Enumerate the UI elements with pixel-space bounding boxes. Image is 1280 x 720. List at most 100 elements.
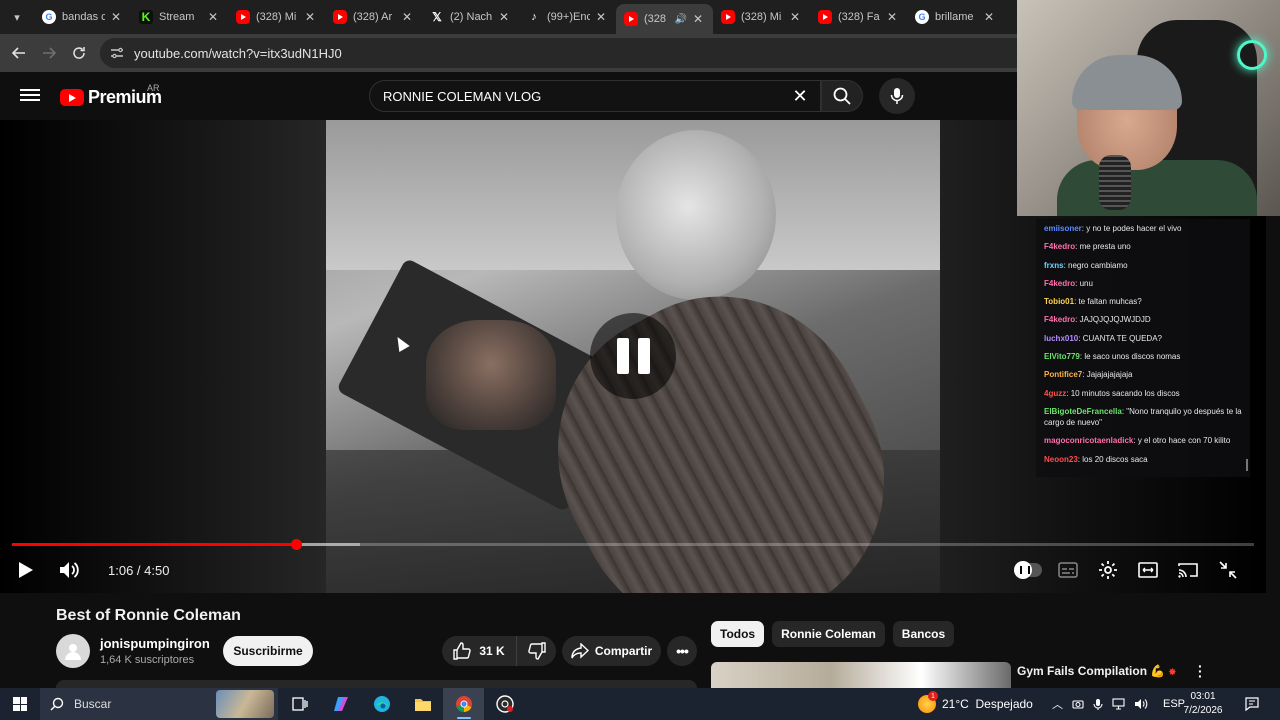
tray-overflow-chevron-icon[interactable]: ︿: [1052, 696, 1063, 712]
chat-scrollbar[interactable]: [1246, 459, 1248, 471]
cast-icon: [1178, 563, 1198, 578]
filter-chip[interactable]: Todos: [711, 621, 765, 647]
recommendation-title[interactable]: Gym Fails Compilation 💪 ✸: [1017, 664, 1176, 678]
audio-playing-icon[interactable]: 🔊: [675, 14, 687, 25]
volume-icon: [60, 562, 79, 578]
chat-text: y no te podes hacer el vivo: [1086, 224, 1182, 233]
stream-chat-overlay: emiisoner: y no te podes hacer el vivo F4…: [1036, 219, 1250, 477]
volume-button[interactable]: [56, 556, 84, 584]
browser-tab[interactable]: 𝕏 (2) Nach ✕: [422, 0, 519, 34]
forward-button[interactable]: [34, 38, 64, 68]
copilot-button[interactable]: [320, 688, 361, 720]
tab-close-icon[interactable]: ✕: [984, 10, 996, 24]
dislike-button[interactable]: [517, 636, 556, 666]
cast-button[interactable]: [1174, 556, 1202, 584]
pause-overlay-icon[interactable]: [590, 313, 676, 399]
device-icon[interactable]: [1112, 698, 1125, 710]
system-clock[interactable]: 03:01 7/2/2026: [1180, 690, 1226, 718]
recommendation-menu-button[interactable]: · · ·: [1198, 659, 1210, 683]
browser-tab[interactable]: Gbrillame ✕: [907, 0, 1004, 34]
chrome-icon: [455, 696, 472, 713]
guide-menu-button[interactable]: [20, 86, 40, 106]
camera-icon[interactable]: [1072, 698, 1084, 710]
chat-message: Tobio01: te faltan muhcas?: [1044, 296, 1244, 307]
x-icon: 𝕏: [432, 10, 442, 24]
search-button[interactable]: [821, 80, 863, 112]
chat-username: Tobio01: [1044, 297, 1075, 307]
browser-tab[interactable]: ♪ (99+)Enc ✕: [519, 0, 616, 34]
browser-tab[interactable]: Gbandas c ✕: [34, 0, 131, 34]
chat-username: Pontifice7: [1044, 370, 1083, 380]
site-info-icon[interactable]: [110, 46, 124, 60]
tab-close-icon[interactable]: ✕: [305, 10, 317, 24]
browser-tab[interactable]: K Stream ✕: [131, 0, 228, 34]
voice-search-button[interactable]: [879, 78, 915, 114]
channel-name[interactable]: jonispumpingiron: [100, 636, 210, 651]
tab-close-icon[interactable]: ✕: [402, 10, 414, 24]
exit-fullscreen-button[interactable]: [1214, 556, 1242, 584]
microphone-tray-icon[interactable]: [1093, 698, 1103, 711]
like-count: 31 K: [479, 644, 505, 658]
file-explorer-button[interactable]: [402, 688, 443, 720]
chat-message: magoconricotaenladick: y el otro hace co…: [1044, 435, 1244, 446]
tab-close-icon[interactable]: ✕: [693, 12, 705, 26]
browser-tab[interactable]: (328) Mi ✕: [228, 0, 325, 34]
obs-button[interactable]: [484, 688, 525, 720]
tab-close-icon[interactable]: ✕: [499, 10, 511, 24]
google-icon: G: [915, 10, 929, 24]
tab-close-icon[interactable]: ✕: [111, 10, 123, 24]
browser-tab[interactable]: (328) Ar ✕: [325, 0, 422, 34]
tab-title: (328) Fa: [838, 11, 880, 23]
search-input[interactable]: RONNIE COLEMAN VLOG ✕: [369, 80, 821, 112]
notifications-icon[interactable]: [1244, 696, 1260, 712]
google-icon: G: [42, 10, 56, 24]
tab-close-icon[interactable]: ✕: [596, 10, 608, 24]
tab-list: Gbandas c ✕ K Stream ✕ (328) Mi ✕ (328) Ar ✕ 𝕏 (2)…: [34, 0, 1004, 34]
address-bar[interactable]: youtube.com/watch?v=itx3udN1HJ0: [100, 38, 1017, 68]
recommendation-title-text: Gym Fails Compilation: [1017, 664, 1148, 678]
taskbar-search[interactable]: Buscar: [40, 688, 278, 720]
play-button[interactable]: [12, 556, 40, 584]
recommendation-thumbnail[interactable]: [711, 662, 1011, 688]
subtitles-button[interactable]: [1054, 556, 1082, 584]
tab-close-icon[interactable]: ✕: [790, 10, 802, 24]
chat-message: ElBigoteDeFrancella: "Nono tranquilo yo …: [1044, 406, 1244, 428]
copilot-icon: [333, 697, 348, 711]
chat-username: magoconricotaenladick: [1044, 436, 1134, 446]
filter-chip[interactable]: Ronnie Coleman: [772, 621, 885, 647]
volume-tray-icon[interactable]: [1134, 698, 1148, 710]
browser-tab[interactable]: (328) Fa ✕: [810, 0, 907, 34]
tab-search-menu-button[interactable]: ▾: [0, 0, 34, 34]
chrome-button[interactable]: [443, 688, 484, 720]
like-button[interactable]: 31 K: [442, 636, 517, 666]
more-actions-button[interactable]: •••: [667, 636, 697, 666]
chat-message: F4kedro: me presta uno: [1044, 241, 1244, 252]
weather-widget[interactable]: 1 21°C Despejado: [918, 688, 1033, 720]
chat-text: negro cambiamo: [1068, 260, 1128, 270]
subscribe-button[interactable]: Suscribirme: [223, 636, 313, 666]
start-button[interactable]: [0, 688, 40, 720]
chat-username: ElBigoteDeFrancella: [1044, 406, 1122, 416]
theater-mode-button[interactable]: [1134, 556, 1162, 584]
channel-avatar[interactable]: [56, 634, 90, 668]
autoplay-icon: [1014, 561, 1042, 579]
task-view-button[interactable]: [279, 688, 320, 720]
filter-chip[interactable]: Bancos: [892, 621, 955, 647]
autoplay-toggle[interactable]: [1014, 556, 1042, 584]
browser-tab[interactable]: (328) Mi ✕: [713, 0, 810, 34]
edge-button[interactable]: [361, 688, 402, 720]
weather-text: 21°C Despejado: [942, 697, 1033, 711]
back-button[interactable]: [4, 38, 34, 68]
reload-button[interactable]: [64, 38, 94, 68]
recommendation-badge: ✸: [1168, 667, 1177, 677]
progress-bar[interactable]: [12, 539, 1254, 550]
video-scene-plate: [616, 130, 776, 300]
description-box[interactable]: [56, 680, 697, 688]
settings-button[interactable]: [1094, 556, 1122, 584]
chat-text: me presta uno: [1079, 242, 1131, 252]
tab-close-icon[interactable]: ✕: [887, 10, 899, 24]
share-button[interactable]: Compartir: [562, 636, 661, 666]
clear-search-icon[interactable]: ✕: [780, 86, 820, 107]
tab-close-icon[interactable]: ✕: [208, 10, 220, 24]
browser-tab[interactable]: (328 🔊 ✕: [616, 4, 713, 34]
